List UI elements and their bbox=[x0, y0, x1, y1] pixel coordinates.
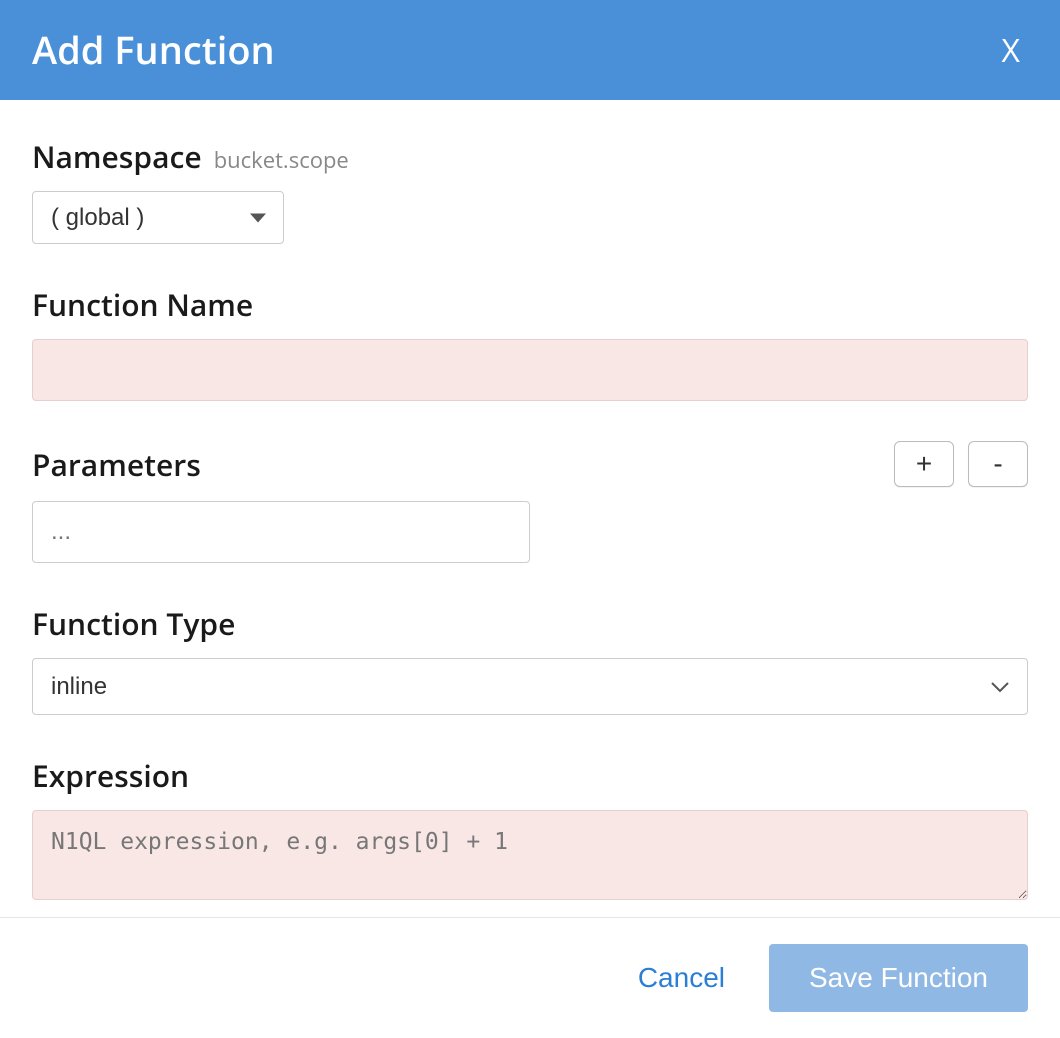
namespace-select[interactable]: ( global ) bbox=[32, 191, 284, 244]
expression-field: Expression bbox=[32, 755, 1028, 905]
parameters-label: Parameters bbox=[32, 444, 201, 485]
add-function-dialog: Add Function X Namespace bucket.scope ( … bbox=[0, 0, 1060, 1038]
dialog-body: Namespace bucket.scope ( global ) Functi… bbox=[0, 100, 1060, 917]
dialog-footer: Cancel Save Function bbox=[0, 917, 1060, 1038]
save-function-button[interactable]: Save Function bbox=[769, 944, 1028, 1012]
function-name-field: Function Name bbox=[32, 284, 1028, 401]
dialog-header: Add Function X bbox=[0, 0, 1060, 100]
function-type-select[interactable]: inline bbox=[32, 658, 1028, 715]
namespace-hint: bucket.scope bbox=[214, 145, 349, 175]
add-parameter-button[interactable]: + bbox=[894, 441, 954, 487]
expression-textarea[interactable] bbox=[32, 810, 1028, 900]
expression-label: Expression bbox=[32, 755, 189, 796]
remove-parameter-button[interactable]: - bbox=[968, 441, 1028, 487]
dialog-title: Add Function bbox=[32, 24, 275, 76]
function-name-label: Function Name bbox=[32, 284, 253, 325]
function-type-field: Function Type inline bbox=[32, 603, 1028, 715]
cancel-button[interactable]: Cancel bbox=[638, 962, 725, 994]
function-name-input[interactable] bbox=[32, 339, 1028, 401]
namespace-field: Namespace bucket.scope ( global ) bbox=[32, 136, 1028, 244]
parameters-input[interactable] bbox=[32, 501, 530, 563]
namespace-label: Namespace bbox=[32, 136, 202, 177]
function-type-label: Function Type bbox=[32, 603, 235, 644]
close-icon[interactable]: X bbox=[994, 29, 1028, 72]
parameters-field: Parameters + - bbox=[32, 441, 1028, 563]
